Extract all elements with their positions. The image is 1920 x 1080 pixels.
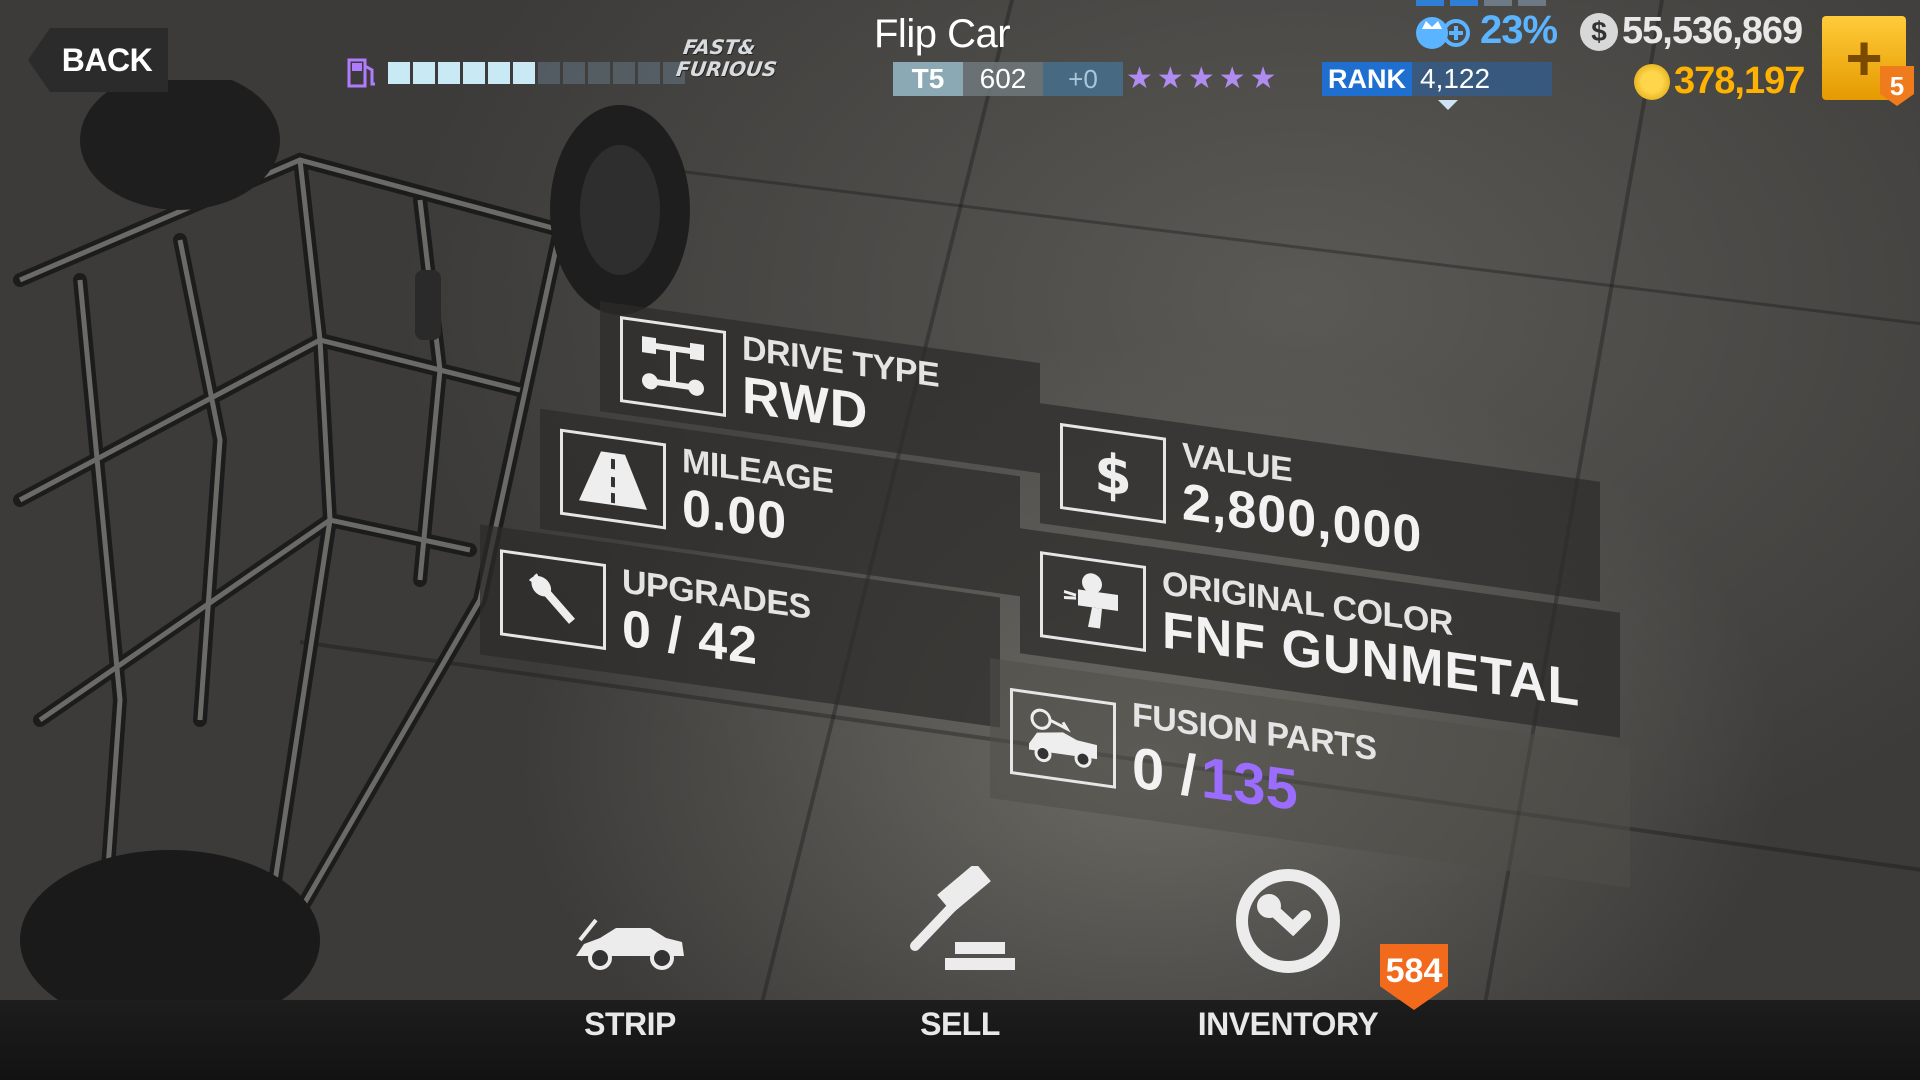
rank-label: RANK bbox=[1322, 62, 1412, 96]
inventory-label: INVENTORY bbox=[1197, 1006, 1379, 1042]
fuel-segment bbox=[588, 62, 610, 84]
notification-badge: 5 bbox=[1880, 66, 1914, 106]
star-rating: ★ ★ ★ ★ ★ bbox=[1126, 62, 1277, 96]
tier-badge: T5 bbox=[893, 62, 963, 96]
star-icon: ★ bbox=[1156, 62, 1184, 95]
fuel-bar bbox=[388, 62, 685, 84]
crew-bar bbox=[1416, 0, 1444, 6]
car-name: Flip Car bbox=[874, 12, 1011, 56]
back-button[interactable]: BACK bbox=[28, 28, 168, 92]
chevron-down-icon[interactable] bbox=[1438, 100, 1458, 110]
spray-gun-icon bbox=[1040, 550, 1146, 652]
fuel-segment bbox=[563, 62, 585, 84]
fuel-pump-icon bbox=[347, 58, 375, 88]
fusion-parts-current: 0 / bbox=[1132, 734, 1197, 809]
gold-value: 378,197 bbox=[1674, 60, 1805, 102]
fuel-segment bbox=[638, 62, 660, 84]
fast-furious-logo: FAST& FURIOUS bbox=[673, 34, 844, 82]
crew-bar bbox=[1484, 0, 1512, 6]
drivetrain-icon bbox=[620, 316, 726, 417]
crew-crown-icon bbox=[1416, 16, 1470, 49]
svg-text:$: $ bbox=[1094, 441, 1132, 508]
crew-bar bbox=[1518, 0, 1546, 6]
fuel-segment bbox=[388, 62, 410, 84]
crew-progress[interactable]: 23% bbox=[1412, 8, 1558, 53]
fuel-segment bbox=[613, 62, 635, 84]
crew-progress-bars bbox=[1416, 0, 1546, 6]
wrench-icon bbox=[500, 549, 606, 651]
rank-value: 4,122 bbox=[1420, 63, 1491, 94]
fusion-parts-total: 135 bbox=[1200, 744, 1298, 823]
star-icon: ★ bbox=[1126, 62, 1153, 95]
dollar-icon: $ bbox=[1060, 422, 1166, 524]
star-icon: ★ bbox=[1218, 62, 1246, 95]
floor-seam bbox=[599, 160, 1920, 334]
strip-button[interactable]: STRIP bbox=[520, 866, 740, 1043]
performance-delta: +0 bbox=[1043, 62, 1123, 96]
svg-text:FURIOUS: FURIOUS bbox=[675, 57, 779, 81]
fusion-car-icon bbox=[1010, 687, 1116, 789]
inventory-button[interactable]: INVENTORY bbox=[1178, 866, 1398, 1043]
crew-percent: 23% bbox=[1480, 8, 1558, 52]
dollar-coin-icon: $ bbox=[1580, 12, 1618, 51]
car-icon bbox=[565, 866, 695, 976]
fuel-gauge bbox=[346, 56, 685, 90]
sell-button[interactable]: SELL bbox=[850, 866, 1070, 1043]
strip-label: STRIP bbox=[584, 1006, 676, 1042]
performance-bar: T5 602 +0 bbox=[893, 62, 1123, 96]
plus-icon: + bbox=[1845, 22, 1883, 94]
performance-rating: 602 bbox=[963, 62, 1043, 96]
star-icon: ★ bbox=[1187, 62, 1215, 95]
road-icon bbox=[560, 428, 666, 530]
rear-wheel bbox=[80, 80, 280, 210]
svg-text:FAST&: FAST& bbox=[682, 35, 757, 59]
cash-value: 55,536,869 bbox=[1622, 10, 1803, 52]
inventory-wrench-icon bbox=[1223, 866, 1353, 976]
fuel-segment bbox=[463, 62, 485, 84]
gold-coin-icon bbox=[1634, 63, 1670, 100]
sell-label: SELL bbox=[920, 1006, 1000, 1042]
fuel-segment bbox=[513, 62, 535, 84]
gold-balance: 378,197 bbox=[1634, 60, 1805, 103]
fuel-segment bbox=[413, 62, 435, 84]
fuel-segment bbox=[488, 62, 510, 84]
fuel-segment bbox=[438, 62, 460, 84]
star-icon: ★ bbox=[1249, 62, 1277, 95]
rank-indicator[interactable]: RANK 4,122 bbox=[1322, 62, 1552, 96]
gavel-icon bbox=[895, 866, 1025, 976]
fuel-segment bbox=[538, 62, 560, 84]
cash-balance: $ 55,536,869 bbox=[1580, 10, 1803, 53]
crew-bar bbox=[1450, 0, 1478, 6]
